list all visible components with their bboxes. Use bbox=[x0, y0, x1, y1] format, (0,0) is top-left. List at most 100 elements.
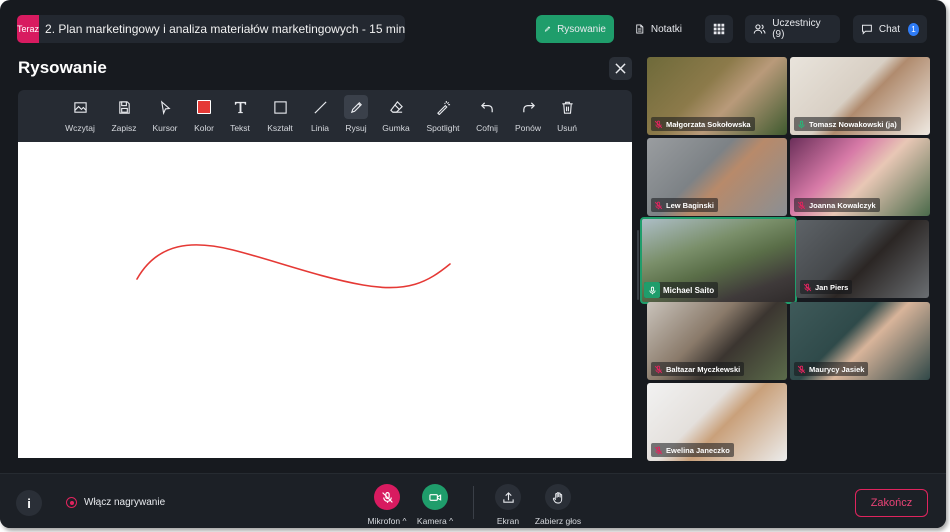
save-icon bbox=[118, 100, 130, 114]
chat-icon bbox=[862, 24, 872, 35]
participant-name: Michael Saito bbox=[663, 285, 715, 295]
chat-label: Chat bbox=[878, 23, 900, 35]
participant-tile[interactable]: Ewelina Janeczko bbox=[647, 383, 787, 461]
close-icon bbox=[615, 63, 626, 74]
participant-tile[interactable]: Tomasz Nowakowski (ja) bbox=[790, 57, 930, 135]
tool-label: Kursor bbox=[152, 123, 178, 133]
image-icon bbox=[73, 101, 87, 113]
top-bar: Teraz 2. Plan marketingowy i analiza mat… bbox=[0, 0, 946, 56]
bottom-bar: i Włącz nagrywanie Mikrofon ^ Kamera ^ E… bbox=[0, 473, 946, 528]
participant-name-tag: Lew Baginski bbox=[651, 198, 718, 212]
tool-eraser[interactable]: Gumka bbox=[374, 90, 418, 142]
screen-share-button[interactable] bbox=[495, 484, 521, 510]
chat-unread-badge: 1 bbox=[907, 22, 919, 36]
line-icon bbox=[313, 100, 327, 114]
tool-cursor[interactable]: Kursor bbox=[143, 90, 187, 142]
mic-muted-icon bbox=[802, 282, 812, 292]
document-icon bbox=[636, 24, 644, 34]
drawing-tab-label: Rysowanie bbox=[557, 23, 606, 35]
drawing-layer bbox=[136, 244, 451, 289]
meeting-app: Teraz 2. Plan marketingowy i analiza mat… bbox=[0, 0, 946, 528]
camera-toggle-button[interactable] bbox=[422, 484, 448, 510]
mic-on-icon bbox=[796, 119, 806, 129]
participant-name: Tomasz Nowakowski (ja) bbox=[809, 119, 897, 129]
participant-name: Ewelina Janeczko bbox=[666, 445, 730, 455]
eraser-icon bbox=[389, 100, 403, 113]
info-button[interactable]: i bbox=[16, 490, 42, 516]
camera-label: Kamera ^ bbox=[416, 516, 454, 526]
mic-muted-icon bbox=[796, 200, 806, 210]
participant-tile-active-speaker[interactable]: Michael Saito bbox=[640, 217, 797, 304]
tool-redo[interactable]: Ponów bbox=[506, 90, 550, 142]
tool-label: Kolor bbox=[194, 123, 214, 133]
participant-tile[interactable]: Małgorzata Sokołowska bbox=[647, 57, 787, 135]
users-icon bbox=[753, 24, 766, 34]
panel-title: Rysowanie bbox=[18, 58, 107, 77]
tool-label: Spotlight bbox=[426, 123, 460, 133]
chat-button[interactable]: Chat 1 bbox=[853, 15, 927, 43]
participants-label: Uczestnicy (9) bbox=[772, 18, 821, 40]
participant-name-tag: Maurycy Jasiek bbox=[794, 362, 869, 376]
drawing-canvas[interactable] bbox=[18, 142, 632, 458]
divider bbox=[473, 486, 474, 519]
tool-delete[interactable]: Usuń bbox=[545, 90, 589, 142]
participant-tile[interactable]: Joanna Kowalczyk bbox=[790, 138, 930, 216]
tool-save[interactable]: Zapisz bbox=[102, 90, 146, 142]
notes-tab-label: Notatki bbox=[650, 23, 682, 35]
wand-icon bbox=[436, 100, 450, 115]
recording-label: Włącz nagrywanie bbox=[84, 497, 166, 508]
grid-view-button[interactable] bbox=[705, 15, 733, 43]
pencil-icon bbox=[350, 101, 362, 113]
participant-name: Małgorzata Sokołowska bbox=[666, 119, 751, 129]
agenda-item[interactable]: Teraz 2. Plan marketingowy i analiza mat… bbox=[17, 15, 405, 43]
agenda-title: 2. Plan marketingowy i analiza materiałó… bbox=[45, 22, 406, 36]
text-icon bbox=[234, 101, 246, 113]
close-panel-button[interactable] bbox=[609, 57, 632, 80]
mic-muted-icon bbox=[796, 364, 806, 374]
participants-button[interactable]: Uczestnicy (9) bbox=[745, 15, 840, 43]
participant-name-tag: Małgorzata Sokołowska bbox=[651, 117, 755, 131]
participant-name: Maurycy Jasiek bbox=[809, 364, 865, 374]
video-grid-scrollbar[interactable] bbox=[637, 230, 639, 300]
participant-name-tag: Michael Saito bbox=[644, 282, 719, 298]
mic-toggle-button[interactable] bbox=[374, 484, 400, 510]
grid-icon bbox=[713, 23, 725, 35]
mic-muted-icon bbox=[653, 200, 663, 210]
mic-muted-icon bbox=[653, 445, 663, 455]
participant-tile[interactable]: Lew Baginski bbox=[647, 138, 787, 216]
mic-label: Mikrofon ^ bbox=[367, 516, 407, 526]
shape-icon bbox=[273, 100, 287, 114]
tool-label: Ponów bbox=[515, 123, 541, 133]
participant-name-tag: Jan Piers bbox=[800, 280, 853, 294]
raise-hand-control[interactable]: Zabierz głos bbox=[528, 484, 588, 526]
info-icon: i bbox=[27, 495, 31, 511]
tool-label: Zapisz bbox=[111, 123, 137, 133]
tool-undo[interactable]: Cofnij bbox=[465, 90, 509, 142]
pencil-icon bbox=[544, 26, 551, 32]
camera-control[interactable]: Kamera ^ bbox=[405, 484, 465, 526]
participant-tile[interactable]: Jan Piers bbox=[796, 220, 929, 298]
participant-tile[interactable]: Maurycy Jasiek bbox=[790, 302, 930, 380]
drawing-tab-button[interactable]: Rysowanie bbox=[536, 15, 614, 43]
mic-on-icon bbox=[644, 282, 660, 298]
participant-name: Baltazar Myczkewski bbox=[666, 364, 741, 374]
tool-text[interactable]: Tekst bbox=[218, 90, 262, 142]
cursor-icon bbox=[160, 99, 171, 115]
participant-name: Lew Baginski bbox=[666, 200, 714, 210]
recording-toggle[interactable]: Włącz nagrywanie bbox=[66, 497, 165, 508]
mic-muted-icon bbox=[653, 119, 663, 129]
participant-tile[interactable]: Baltazar Myczkewski bbox=[647, 302, 787, 380]
notes-tab-button[interactable]: Notatki bbox=[626, 15, 690, 43]
participant-name: Jan Piers bbox=[815, 282, 849, 292]
participant-name-tag: Tomasz Nowakowski (ja) bbox=[794, 117, 901, 131]
tool-label: Rysuj bbox=[345, 123, 367, 133]
end-meeting-button[interactable]: Zakończ bbox=[855, 489, 928, 517]
tool-spotlight[interactable]: Spotlight bbox=[421, 90, 465, 142]
tool-load[interactable]: Wczytaj bbox=[58, 90, 102, 142]
chevron-up-icon: ^ bbox=[449, 516, 454, 526]
drawing-toolbar: Wczytaj Zapisz Kursor Kolor Tekst Kształ… bbox=[18, 90, 632, 142]
tool-draw[interactable]: Rysuj bbox=[334, 90, 378, 142]
tool-shape[interactable]: Kształt bbox=[258, 90, 302, 142]
raise-hand-button[interactable] bbox=[545, 484, 571, 510]
participant-name-tag: Ewelina Janeczko bbox=[651, 443, 734, 457]
